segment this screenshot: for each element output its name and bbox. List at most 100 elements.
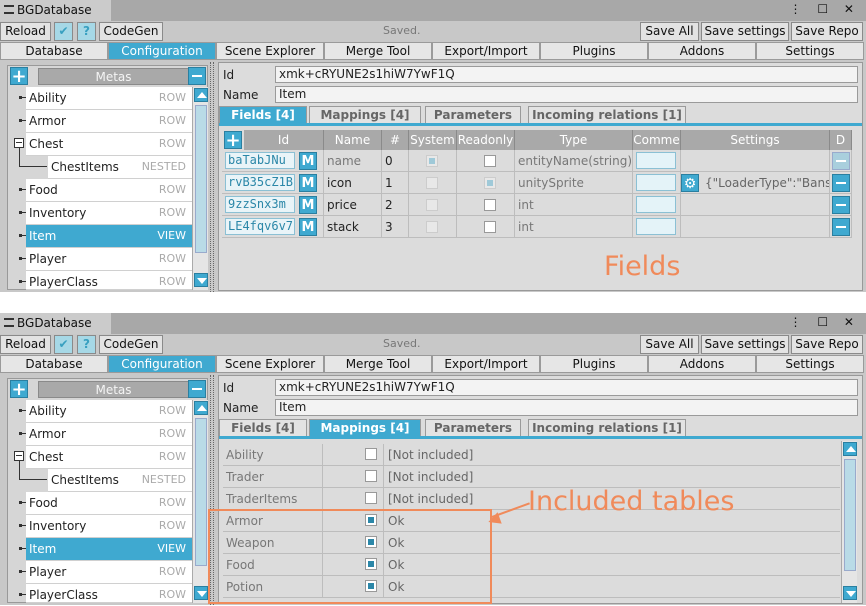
scroll-up-icon[interactable]: [194, 88, 208, 102]
metas-scrollbar[interactable]: [192, 400, 208, 603]
scroll-thumb[interactable]: [195, 105, 207, 253]
tab-addons[interactable]: Addons: [648, 355, 756, 373]
field-id[interactable]: baTabJNu: [225, 152, 295, 169]
readonly-checkbox[interactable]: [484, 177, 496, 189]
tab-fields[interactable]: Fields [4]: [219, 106, 307, 123]
window-tab[interactable]: BGDatabase: [0, 0, 111, 21]
field-id[interactable]: rvB35cZ1B: [225, 174, 295, 191]
meta-item-chest[interactable]: Chest ROW: [26, 133, 192, 156]
tab-configuration[interactable]: Configuration: [108, 42, 216, 60]
panel-splitter[interactable]: [210, 62, 214, 292]
meta-item-food[interactable]: Food ROW: [26, 492, 192, 515]
remove-meta-button[interactable]: [188, 380, 206, 398]
scroll-up-icon[interactable]: [194, 401, 208, 415]
system-checkbox[interactable]: [426, 155, 438, 167]
readonly-checkbox[interactable]: [484, 155, 496, 167]
meta-item-playerclass[interactable]: PlayerClass ROW: [26, 584, 192, 603]
mappings-scrollbar[interactable]: [841, 441, 857, 603]
readonly-checkbox[interactable]: [484, 199, 496, 211]
mapping-checkbox[interactable]: [365, 470, 377, 482]
delete-field-button[interactable]: [832, 218, 850, 236]
help-icon[interactable]: ?: [77, 335, 96, 354]
help-icon[interactable]: ?: [77, 22, 96, 41]
mapping-checkbox[interactable]: [365, 448, 377, 460]
meta-item-item[interactable]: Item VIEW: [26, 538, 192, 561]
tab-database[interactable]: Database: [0, 355, 108, 373]
meta-item-ability[interactable]: Ability ROW: [26, 400, 192, 423]
comment-field[interactable]: [636, 218, 676, 235]
col-system[interactable]: System: [409, 130, 457, 150]
meta-item-chest[interactable]: Chest ROW: [26, 446, 192, 469]
remove-meta-button[interactable]: [188, 67, 206, 85]
save-repo-button[interactable]: Save Repo: [791, 335, 863, 354]
meta-item-inventory[interactable]: Inventory ROW: [26, 202, 192, 225]
system-checkbox[interactable]: [426, 221, 438, 233]
comment-field[interactable]: [636, 174, 676, 191]
codegen-button[interactable]: CodeGen: [99, 22, 163, 41]
add-meta-button[interactable]: +: [10, 380, 28, 399]
tab-addons[interactable]: Addons: [648, 42, 756, 60]
meta-item-chestitems[interactable]: ChestItems NESTED: [48, 469, 192, 492]
check-icon[interactable]: ✔: [54, 335, 73, 354]
readonly-checkbox[interactable]: [484, 221, 496, 233]
save-repo-button[interactable]: Save Repo: [791, 22, 863, 41]
reload-button[interactable]: Reload: [0, 22, 51, 41]
tab-export-import[interactable]: Export/Import: [432, 355, 540, 373]
scroll-up-icon[interactable]: [843, 442, 857, 456]
scroll-thumb[interactable]: [844, 459, 856, 571]
delete-field-button[interactable]: [832, 174, 850, 192]
meta-item-playerclass[interactable]: PlayerClass ROW: [26, 271, 192, 290]
metas-scrollbar[interactable]: [192, 87, 208, 290]
name-field[interactable]: Item: [275, 86, 858, 103]
codegen-button[interactable]: CodeGen: [99, 335, 163, 354]
tab-settings[interactable]: Settings: [756, 355, 864, 373]
tab-merge-tool[interactable]: Merge Tool: [324, 42, 432, 60]
tab-plugins[interactable]: Plugins: [540, 355, 648, 373]
name-field[interactable]: Item: [275, 399, 858, 416]
reload-button[interactable]: Reload: [0, 335, 51, 354]
meta-item-armor[interactable]: Armor ROW: [26, 110, 192, 133]
tab-database[interactable]: Database: [0, 42, 108, 60]
field-name[interactable]: name: [324, 150, 382, 172]
mapping-checkbox[interactable]: [365, 492, 377, 504]
tab-settings[interactable]: Settings: [756, 42, 864, 60]
tab-incoming-relations[interactable]: Incoming relations [1]: [528, 419, 686, 436]
delete-field-button[interactable]: [832, 196, 850, 214]
m-button[interactable]: M: [299, 196, 317, 214]
field-id[interactable]: 9zzSnx3m: [225, 196, 295, 213]
field-name[interactable]: price: [324, 194, 382, 216]
tab-scene-explorer[interactable]: Scene Explorer: [216, 355, 324, 373]
id-field[interactable]: xmk+cRYUNE2s1hiW7YwF1Q: [275, 379, 858, 396]
meta-item-chestitems[interactable]: ChestItems NESTED: [48, 156, 192, 179]
scroll-down-icon[interactable]: [843, 586, 857, 600]
meta-item-ability[interactable]: Ability ROW: [26, 87, 192, 110]
col-id[interactable]: Id: [244, 130, 324, 150]
meta-item-player[interactable]: Player ROW: [26, 248, 192, 271]
tab-merge-tool[interactable]: Merge Tool: [324, 355, 432, 373]
save-all-button[interactable]: Save All: [640, 22, 699, 41]
col-comment[interactable]: Comme: [633, 130, 681, 150]
comment-field[interactable]: [636, 152, 676, 169]
field-id[interactable]: LE4fqv6v7: [225, 218, 295, 235]
save-all-button[interactable]: Save All: [640, 335, 699, 354]
save-settings-button[interactable]: Save settings: [701, 335, 789, 354]
meta-item-inventory[interactable]: Inventory ROW: [26, 515, 192, 538]
col-readonly[interactable]: Readonly: [457, 130, 515, 150]
collapse-icon[interactable]: [14, 133, 26, 156]
collapse-icon[interactable]: [14, 446, 26, 469]
tab-mappings[interactable]: Mappings [4]: [309, 106, 421, 123]
window-controls[interactable]: ⋮ ☐ ✕: [790, 2, 860, 16]
tab-parameters[interactable]: Parameters: [425, 419, 521, 436]
save-settings-button[interactable]: Save settings: [701, 22, 789, 41]
tab-fields[interactable]: Fields [4]: [219, 419, 307, 436]
tab-incoming-relations[interactable]: Incoming relations [1]: [528, 106, 686, 123]
system-checkbox[interactable]: [426, 177, 438, 189]
tab-plugins[interactable]: Plugins: [540, 42, 648, 60]
add-field-button[interactable]: +: [224, 131, 242, 150]
tab-scene-explorer[interactable]: Scene Explorer: [216, 42, 324, 60]
meta-item-food[interactable]: Food ROW: [26, 179, 192, 202]
col-name[interactable]: Name: [324, 130, 382, 150]
col-type[interactable]: Type: [515, 130, 633, 150]
window-tab[interactable]: BGDatabase: [0, 313, 111, 334]
m-button[interactable]: M: [299, 174, 317, 192]
